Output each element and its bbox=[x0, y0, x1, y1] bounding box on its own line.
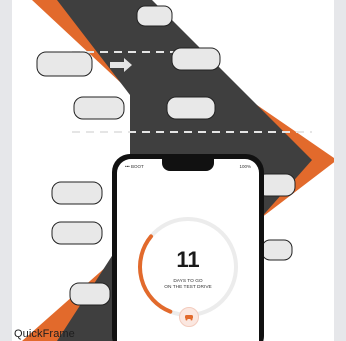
car bbox=[261, 239, 293, 261]
brand-logo: QuickFrame bbox=[14, 328, 75, 340]
car bbox=[166, 96, 216, 120]
battery-label: 100% bbox=[239, 164, 251, 169]
carrier-label: ••• BOOT bbox=[125, 164, 144, 169]
car bbox=[73, 96, 125, 120]
ad-graphic: ••• BOOT 100% 11 DAYS TO GO ON THE TEST … bbox=[12, 0, 334, 341]
car-button[interactable] bbox=[179, 307, 199, 327]
car bbox=[69, 282, 111, 306]
status-bar: ••• BOOT 100% bbox=[117, 162, 259, 172]
countdown-number: 11 bbox=[176, 247, 200, 272]
car bbox=[51, 221, 103, 245]
car-icon bbox=[185, 315, 193, 321]
phone-mockup: ••• BOOT 100% 11 DAYS TO GO ON THE TEST … bbox=[112, 154, 264, 341]
car bbox=[136, 5, 173, 27]
car bbox=[36, 51, 93, 77]
car bbox=[51, 181, 103, 205]
caption-line-2: ON THE TEST DRIVE bbox=[164, 285, 212, 290]
car bbox=[171, 47, 221, 71]
countdown-caption: DAYS TO GO ON THE TEST DRIVE bbox=[117, 279, 259, 291]
phone-screen: ••• BOOT 100% 11 DAYS TO GO ON THE TEST … bbox=[117, 159, 259, 341]
